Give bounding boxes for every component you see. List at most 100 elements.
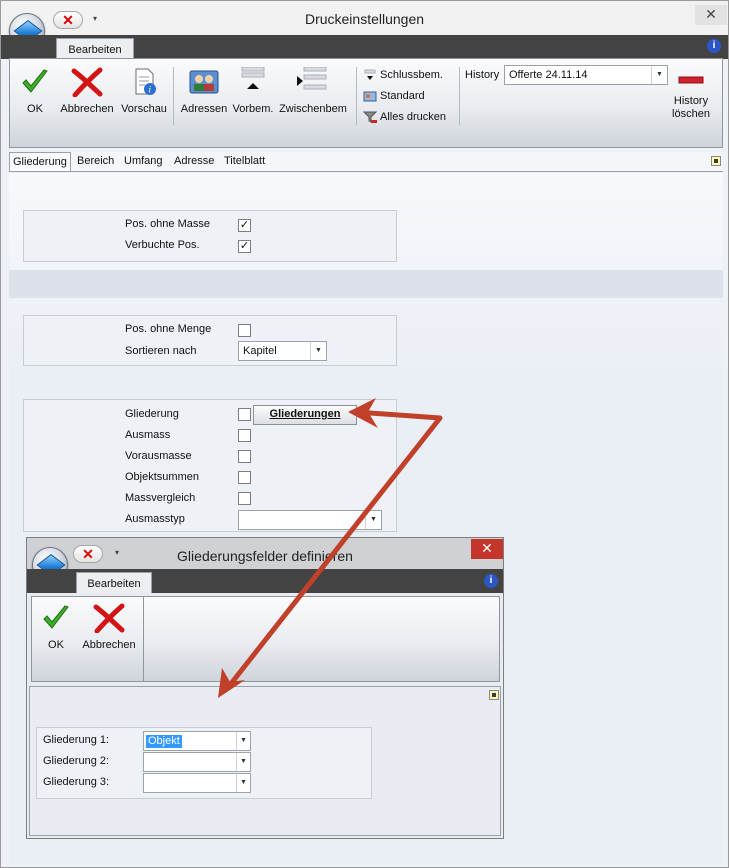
dialog-abbrechen-label: Abbrechen bbox=[82, 639, 136, 651]
gliederungen-button[interactable]: Gliederungen bbox=[253, 405, 357, 425]
ok-button[interactable]: OK bbox=[16, 67, 54, 115]
adressen-button[interactable]: Adressen bbox=[178, 67, 230, 115]
abbrechen-label: Abbrechen bbox=[60, 103, 114, 115]
ausmass-checkbox[interactable] bbox=[238, 429, 251, 442]
schlussbem-button[interactable]: Schlussbem. bbox=[363, 67, 443, 83]
vorbem-label: Vorbem. bbox=[232, 103, 274, 115]
alles-drucken-label: Alles drucken bbox=[380, 111, 447, 123]
history-loeschen-label-2: löschen bbox=[672, 108, 710, 120]
dialog-ok-button[interactable]: OK bbox=[36, 603, 76, 651]
ribbon-tab-bearbeiten[interactable]: Bearbeiten bbox=[56, 38, 134, 59]
chevron-down-icon[interactable]: ▼ bbox=[310, 342, 326, 360]
alles-drucken-button[interactable]: Alles drucken bbox=[363, 109, 446, 125]
gliederung-3-label: Gliederung 3: bbox=[43, 776, 110, 788]
standard-label: Standard bbox=[380, 90, 425, 102]
history-combo[interactable]: Offerte 24.11.14 ▼ bbox=[504, 65, 668, 85]
chevron-down-icon[interactable]: ▼ bbox=[236, 732, 250, 750]
insert-before-icon bbox=[241, 67, 265, 89]
tab-umfang[interactable]: Umfang bbox=[121, 152, 166, 171]
tab-titelblatt[interactable]: Titelblatt bbox=[221, 152, 268, 171]
massvergleich-label: Massvergleich bbox=[125, 492, 196, 504]
gliederung-checkbox[interactable] bbox=[238, 408, 251, 421]
adressen-label: Adressen bbox=[180, 103, 228, 115]
gliederung-1-value: Objekt bbox=[146, 735, 182, 748]
history-value: Offerte 24.11.14 bbox=[509, 69, 588, 81]
ribbon-separator bbox=[173, 67, 174, 125]
zwischenbem-label: Zwischenbem bbox=[279, 103, 347, 115]
ok-label: OK bbox=[27, 103, 43, 115]
pin-icon[interactable] bbox=[489, 690, 499, 700]
tab-gliederung[interactable]: Gliederung bbox=[9, 152, 71, 171]
dialog-close-button[interactable]: ✕ bbox=[471, 539, 503, 559]
cancel-x-icon bbox=[93, 603, 125, 633]
zwischenbem-button[interactable]: Zwischenbem bbox=[276, 67, 350, 115]
chevron-down-icon[interactable]: ▼ bbox=[236, 774, 250, 792]
dialog-ribbon-tab-bearbeiten[interactable]: Bearbeiten bbox=[76, 572, 152, 593]
checkmark-icon bbox=[22, 69, 48, 93]
tab-adresse[interactable]: Adresse bbox=[171, 152, 217, 171]
vorbem-button[interactable]: Vorbem. bbox=[230, 67, 276, 115]
group-gliederung: Gliederung Gliederungen Ausmass Vorausma… bbox=[23, 399, 397, 532]
document-preview-icon: i bbox=[135, 68, 156, 95]
ausmasstyp-combo[interactable]: ▼ bbox=[238, 510, 382, 530]
sortieren-nach-label: Sortieren nach bbox=[125, 345, 197, 357]
dialog-titlebar: ✕ ▾ Gliederungsfelder definieren ✕ bbox=[27, 538, 503, 583]
ribbon-separator bbox=[356, 67, 357, 125]
history-label: History bbox=[465, 69, 500, 81]
objektsummen-checkbox[interactable] bbox=[238, 471, 251, 484]
gliederung-3-combo[interactable]: ▼ bbox=[143, 773, 251, 793]
history-delete-icon bbox=[678, 76, 704, 84]
vorschau-button[interactable]: i Vorschau bbox=[118, 67, 170, 115]
main-close-button[interactable]: ✕ bbox=[695, 5, 727, 25]
dialog-ribbon: OK Abbrechen bbox=[31, 596, 500, 682]
group-menge: Pos. ohne Menge Sortieren nach Kapitel ▼ bbox=[23, 315, 397, 366]
sortieren-nach-value: Kapitel bbox=[243, 345, 277, 357]
group-masse: Pos. ohne Masse ✓ Verbuchte Pos. ✓ bbox=[23, 210, 397, 262]
dialog-title: Gliederungsfelder definieren bbox=[177, 548, 353, 564]
objektsummen-label: Objektsummen bbox=[125, 471, 199, 483]
standard-button[interactable]: Standard bbox=[363, 88, 425, 104]
chevron-down-icon[interactable]: ▼ bbox=[651, 66, 667, 84]
pos-ohne-masse-label: Pos. ohne Masse bbox=[125, 218, 210, 230]
pos-ohne-masse-checkbox[interactable]: ✓ bbox=[238, 219, 251, 232]
pin-icon[interactable] bbox=[711, 156, 721, 166]
dialog-help-info-icon[interactable]: i bbox=[484, 574, 498, 588]
gliederung-label: Gliederung bbox=[125, 408, 179, 420]
verbuchte-pos-label: Verbuchte Pos. bbox=[125, 239, 200, 251]
pos-ohne-menge-checkbox[interactable] bbox=[238, 324, 251, 337]
chevron-down-icon[interactable]: ▼ bbox=[365, 511, 381, 529]
history-loeschen-label-1: History bbox=[673, 95, 709, 107]
sortieren-nach-combo[interactable]: Kapitel ▼ bbox=[238, 341, 327, 361]
abbrechen-button[interactable]: Abbrechen bbox=[56, 67, 118, 115]
gliederung-1-combo[interactable]: Objekt ▼ bbox=[143, 731, 251, 751]
main-ribbon-tabstrip: Bearbeiten i bbox=[1, 35, 728, 59]
help-info-icon[interactable]: i bbox=[707, 39, 721, 53]
schlussbem-label: Schlussbem. bbox=[380, 69, 443, 81]
checkmark-icon bbox=[43, 605, 69, 629]
main-window-title: Druckeinstellungen bbox=[304, 11, 425, 27]
ribbon-separator bbox=[459, 67, 460, 125]
history-loeschen-button[interactable]: History löschen bbox=[666, 73, 716, 121]
dialog-window: ✕ ▾ Gliederungsfelder definieren ✕ Bearb… bbox=[26, 537, 504, 839]
dialog-abbrechen-button[interactable]: Abbrechen bbox=[78, 603, 140, 651]
ribbon-separator bbox=[143, 597, 144, 681]
pos-ohne-menge-label: Pos. ohne Menge bbox=[125, 323, 212, 335]
filter-funnel-icon bbox=[363, 111, 377, 124]
dialog-content: Gliederung 1: Objekt ▼ Gliederung 2: ▼ G… bbox=[29, 686, 501, 836]
main-ribbon: OK Abbrechen i Vorschau Adressen Vorbem.… bbox=[9, 58, 723, 148]
ausmasstyp-label: Ausmasstyp bbox=[125, 513, 185, 525]
vorausmasse-checkbox[interactable] bbox=[238, 450, 251, 463]
gliederung-2-combo[interactable]: ▼ bbox=[143, 752, 251, 772]
main-titlebar: ✕ ▾ Druckeinstellungen ✕ bbox=[1, 1, 728, 49]
massvergleich-checkbox[interactable] bbox=[238, 492, 251, 505]
cancel-x-icon bbox=[71, 67, 103, 97]
tab-bereich[interactable]: Bereich bbox=[74, 152, 117, 171]
gliederung-2-label: Gliederung 2: bbox=[43, 755, 110, 767]
chevron-down-icon[interactable]: ▼ bbox=[236, 753, 250, 771]
vorausmasse-label: Vorausmasse bbox=[125, 450, 192, 462]
dialog-ribbon-tabstrip: Bearbeiten i bbox=[27, 569, 503, 593]
verbuchte-pos-checkbox[interactable]: ✓ bbox=[238, 240, 251, 253]
subtab-strip: Gliederung Bereich Umfang Adresse Titelb… bbox=[9, 152, 723, 172]
ausmass-label: Ausmass bbox=[125, 429, 171, 441]
gliederungsfelder-group: Gliederung 1: Objekt ▼ Gliederung 2: ▼ G… bbox=[36, 727, 372, 799]
